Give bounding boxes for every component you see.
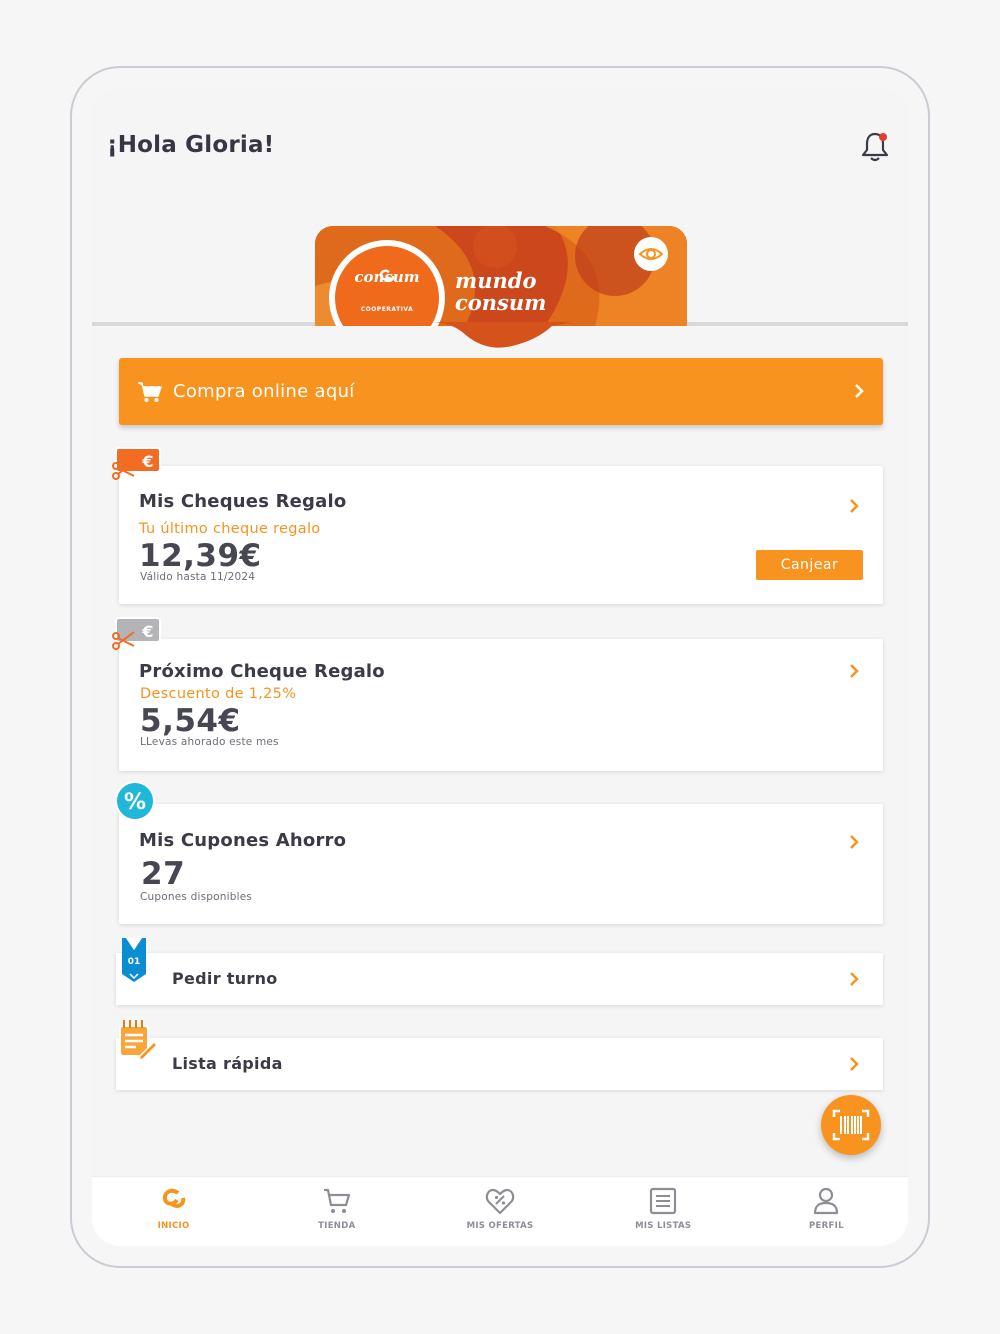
cart-icon [323, 1188, 350, 1213]
gift-cheques-validity: Válido hasta 11/2024 [140, 571, 256, 583]
gift-cheques-title: Mis Cheques Regalo [139, 491, 347, 512]
ticket-icon: 01 [120, 936, 148, 984]
content-area [92, 326, 908, 1246]
coupons-note: Cupones disponibles [140, 891, 253, 903]
coupons-card[interactable]: Mis Cupones Ahorro 27 Cupones disponible… [119, 804, 883, 924]
app-screen: ¡Hola Gloria! consum COOPERATIVA mundo c… [92, 88, 908, 1246]
eye-icon[interactable] [633, 236, 669, 272]
chevron-right-icon [850, 664, 859, 678]
bottom-tab-bar: INICIO TIENDA MIS OFERTAS MIS LISTAS PER… [92, 1176, 908, 1246]
gift-cheques-card[interactable]: Mis Cheques Regalo Tu último cheque rega… [119, 466, 883, 604]
chevron-right-icon [855, 384, 864, 398]
tab-label: MIS OFERTAS [466, 1221, 534, 1231]
coupons-title: Mis Cupones Ahorro [139, 830, 347, 851]
svg-text:%: % [124, 790, 146, 815]
tab-label: INICIO [157, 1221, 190, 1231]
cart-icon [138, 381, 162, 402]
online-shop-button[interactable]: Compra online aquí [119, 358, 883, 425]
next-cheque-subtitle: Descuento de 1,25% [140, 686, 297, 702]
notepad-pencil-icon [119, 1020, 158, 1062]
card-title-line1: mundo [455, 268, 537, 293]
svg-text:€: € [141, 622, 153, 641]
consum-logo-subtext: COOPERATIVA [360, 306, 414, 313]
tab-perfil[interactable]: PERFIL [745, 1177, 908, 1246]
chevron-right-icon [850, 835, 859, 849]
online-shop-label: Compra online aquí [173, 381, 355, 402]
card-title-line2: consum [455, 290, 547, 315]
greeting-title: ¡Hola Gloria! [107, 132, 275, 158]
tab-label: TIENDA [318, 1221, 356, 1231]
redeem-button[interactable]: Canjear [756, 550, 863, 580]
chevron-right-icon [850, 1057, 859, 1071]
ticket-number: 01 [127, 957, 141, 967]
quick-list-label: Lista rápida [172, 1054, 283, 1073]
chevron-right-icon [850, 499, 859, 513]
user-icon [814, 1187, 839, 1215]
svg-text:€: € [141, 452, 153, 471]
gift-cheques-amount: 12,39€ [139, 538, 262, 574]
next-cheque-note: LLevas ahorado este mes [140, 736, 279, 748]
cheque-scissors-icon: € [112, 447, 161, 480]
turn-label: Pedir turno [172, 969, 278, 988]
quick-list-row[interactable]: Lista rápida [116, 1038, 883, 1090]
chevron-right-icon [850, 972, 859, 986]
tab-tienda[interactable]: TIENDA [255, 1177, 418, 1246]
bell-icon[interactable] [860, 130, 892, 164]
tab-label: PERFIL [809, 1221, 844, 1231]
next-cheque-scissors-icon: € [112, 617, 161, 650]
next-cheque-card[interactable]: Próximo Cheque Regalo Descuento de 1,25%… [119, 639, 883, 771]
tab-mis-listas[interactable]: MIS LISTAS [582, 1177, 745, 1246]
gift-cheques-subtitle: Tu último cheque regalo [139, 521, 321, 537]
turn-row[interactable]: Pedir turno [116, 953, 883, 1005]
list-icon [650, 1187, 677, 1215]
tab-mis-ofertas[interactable]: MIS OFERTAS [418, 1177, 581, 1246]
loyalty-card[interactable]: consum COOPERATIVA mundo consum [315, 226, 687, 326]
next-cheque-amount: 5,54€ [140, 703, 241, 739]
tab-inicio[interactable]: INICIO [92, 1177, 255, 1246]
consum-mark-icon [379, 269, 395, 283]
card-swoosh [432, 322, 572, 348]
consum-logo-icon [162, 1188, 185, 1208]
card-title: mundo consum [455, 270, 546, 314]
barcode-icon [832, 1109, 870, 1141]
barcode-scan-button[interactable] [821, 1095, 881, 1155]
coupons-count: 27 [141, 856, 186, 892]
next-cheque-title: Próximo Cheque Regalo [139, 661, 385, 682]
tab-label: MIS LISTAS [635, 1221, 692, 1231]
heart-percent-icon [485, 1188, 515, 1215]
percent-icon: % [115, 781, 155, 821]
